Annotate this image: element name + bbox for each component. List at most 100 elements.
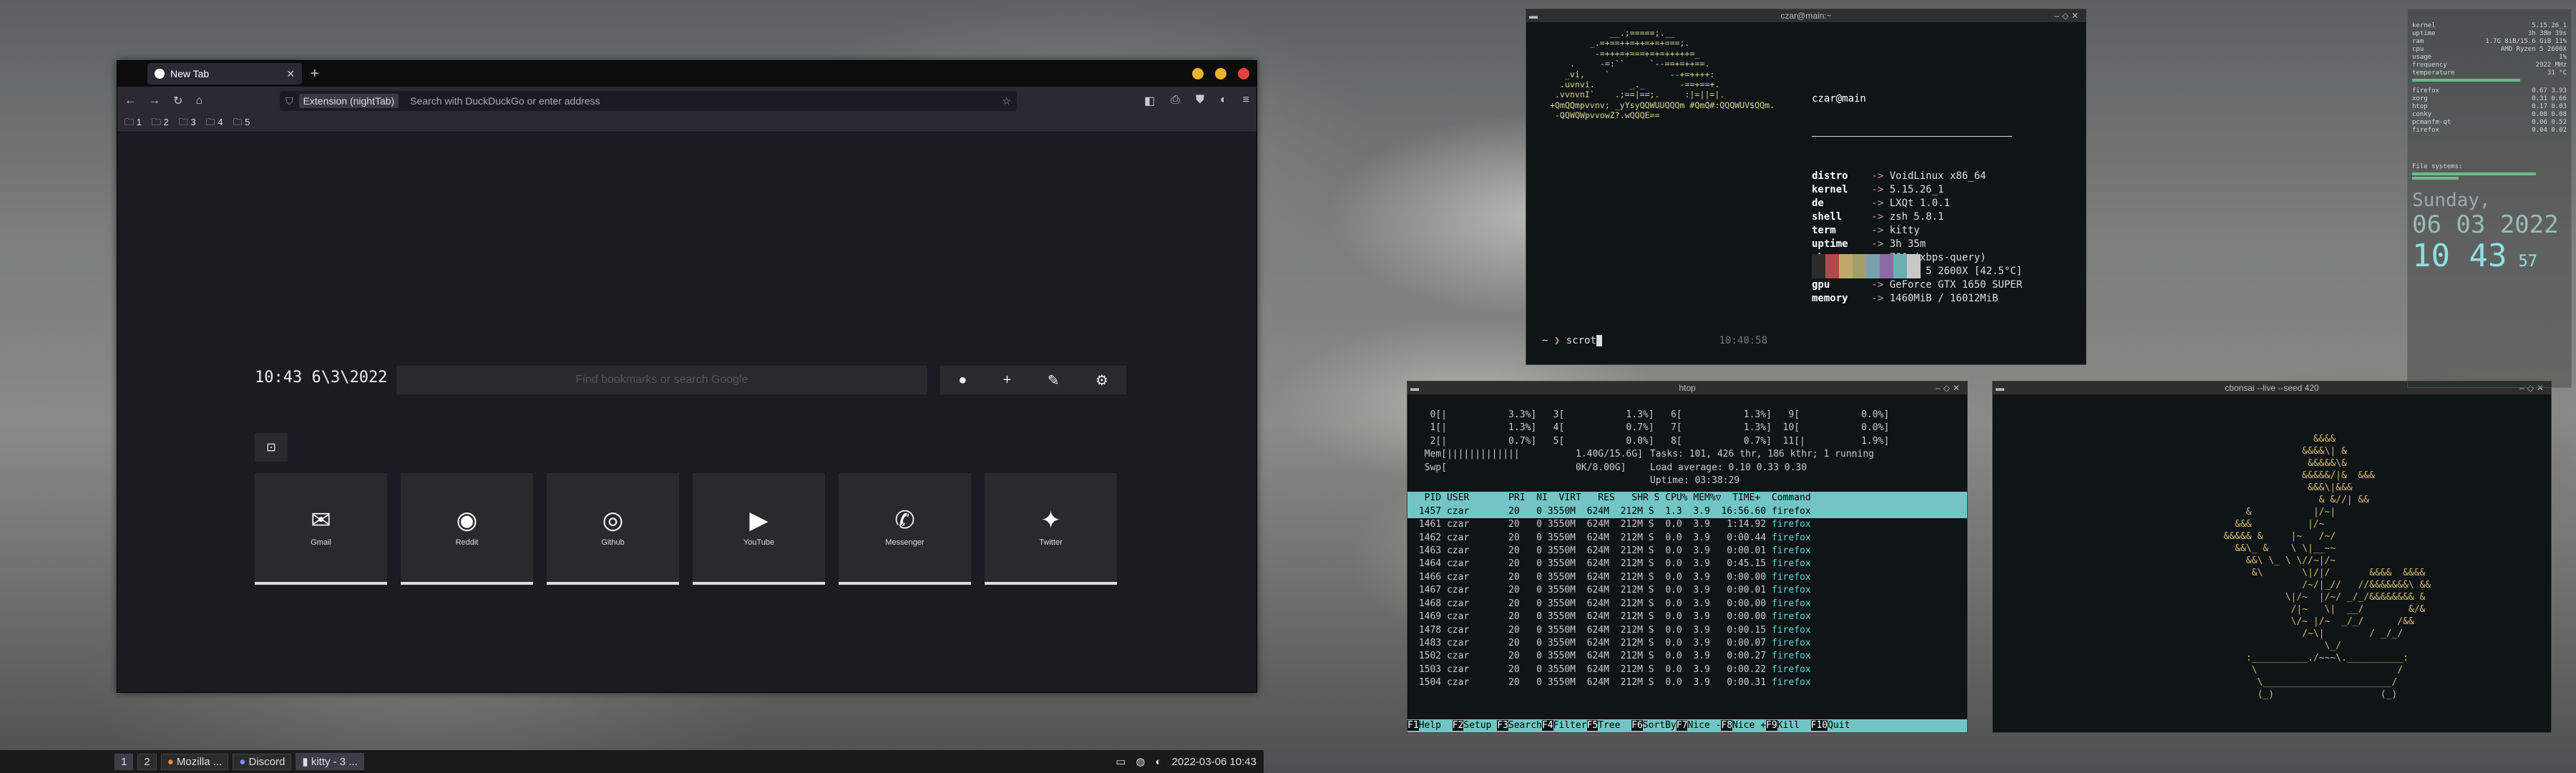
- tile-gmail[interactable]: ✉ Gmail: [255, 473, 387, 585]
- url-bar[interactable]: ⛉ Extension (nightTab) Search with DuckD…: [280, 91, 1018, 111]
- window-controls: [1192, 68, 1249, 79]
- menu-icon[interactable]: ≡: [1243, 94, 1249, 108]
- conky-row: ram 1.7G 8iB/15.6 GiB 11%: [2412, 38, 2567, 45]
- collapse-button[interactable]: ⊡: [255, 433, 288, 462]
- process-row[interactable]: 1483 czar 20 0 3550M 624M 212M S 0.0 3.9…: [1407, 637, 1967, 650]
- process-row[interactable]: 1467 czar 20 0 3550M 624M 212M S 0.0 3.9…: [1407, 584, 1967, 597]
- close-button[interactable]: [1238, 68, 1249, 79]
- keyboard-icon[interactable]: ▭: [1116, 755, 1126, 768]
- fkey-f2[interactable]: F2Setup: [1452, 720, 1498, 731]
- fkey-f8[interactable]: F8Nice +: [1721, 720, 1766, 731]
- neofetch-terminal[interactable]: ▬ czar@main:~ –◇✕ __.;=====;.__ _.=+==++=+…: [1526, 9, 2087, 365]
- fkey-f7[interactable]: F7Nice -: [1676, 720, 1721, 731]
- fkey-f6[interactable]: F6SortBy: [1631, 720, 1677, 731]
- system-info: czar@main distro -> VoidLinux x86_64 kern…: [1812, 65, 2022, 333]
- task-kitty[interactable]: ▮ kitty - 3 ...: [296, 753, 364, 770]
- minimize-button[interactable]: [1192, 68, 1204, 79]
- tile-messenger[interactable]: ✆ Messenger: [839, 473, 971, 585]
- fkey-f5[interactable]: F5Tree: [1586, 720, 1632, 731]
- taskbar-clock[interactable]: 2022-03-06 10:43: [1172, 756, 1257, 768]
- fkey-f4[interactable]: F4Filter: [1541, 720, 1587, 731]
- discord-icon: ●: [239, 755, 246, 768]
- palette-swatch: [1839, 254, 1853, 278]
- process-row[interactable]: 1502 czar 20 0 3550M 624M 212M S 0.0 3.9…: [1407, 650, 1967, 663]
- process-row[interactable]: 1457 czar 20 0 3550M 624M 212M S 1.3 3.9…: [1407, 505, 1967, 519]
- fkey-f9[interactable]: F9Kill: [1766, 720, 1811, 731]
- task-firefox[interactable]: ● Mozilla ...: [160, 753, 229, 770]
- process-row[interactable]: 1463 czar 20 0 3550M 624M 212M S 0.0 3.9…: [1407, 545, 1967, 558]
- task-discord[interactable]: ● Discord: [233, 753, 292, 770]
- discord-tray-icon[interactable]: ◍: [1136, 755, 1145, 768]
- volume-icon[interactable]: ◐: [1156, 756, 1162, 768]
- palette-swatch: [1866, 254, 1880, 278]
- bookmark-folder-4[interactable]: 🗀 4: [206, 116, 223, 132]
- palette-swatch: [1812, 254, 1825, 278]
- info-row: de -> LXQt 1.0.1: [1812, 198, 1951, 209]
- process-row[interactable]: 1466 czar 20 0 3550M 624M 212M S 0.0 3.9…: [1407, 571, 1967, 584]
- gmail-icon: ✉: [311, 507, 331, 534]
- conky-process: htop 0.17 0.03: [2412, 103, 2567, 110]
- firefox-icon: [155, 69, 165, 79]
- maximize-button[interactable]: [1215, 68, 1226, 79]
- back-icon[interactable]: ←: [125, 94, 136, 107]
- search-input[interactable]: Find bookmarks or search Google: [396, 366, 927, 394]
- window-buttons[interactable]: –◇✕: [1936, 381, 1963, 394]
- kitty-icon: ▮: [302, 756, 308, 768]
- process-row[interactable]: 1469 czar 20 0 3550M 624M 212M S 0.0 3.9…: [1407, 611, 1967, 623]
- window-buttons[interactable]: –◇✕: [2054, 9, 2082, 22]
- edit-icon[interactable]: ✎: [1048, 371, 1060, 389]
- memory-meter: Mem[||||||||||||| 1.40G/15.6G]: [1413, 449, 1643, 460]
- process-row[interactable]: 1504 czar 20 0 3550M 624M 212M S 0.0 3.9…: [1407, 676, 1967, 689]
- library-icon[interactable]: ◧: [1144, 94, 1155, 108]
- tile-youtube[interactable]: ▶ YouTube: [693, 473, 825, 585]
- bookmark-folder-3[interactable]: 🗀 3: [179, 116, 196, 132]
- load-average: Load average: 0.10 0.33 0.30: [1649, 462, 1807, 473]
- conky-row: cpu AMD Ryzen 5 2600X: [2412, 46, 2567, 53]
- fkey-f3[interactable]: F3Search: [1497, 720, 1542, 731]
- home-icon[interactable]: ⌂: [195, 94, 203, 107]
- tab-title: New Tab: [170, 68, 210, 79]
- messenger-icon: ✆: [894, 507, 915, 534]
- print-icon[interactable]: ⎙: [1171, 94, 1180, 108]
- workspace-2[interactable]: 2: [137, 753, 157, 770]
- process-row[interactable]: 1462 czar 20 0 3550M 624M 212M S 0.0 3.9…: [1407, 532, 1967, 545]
- conky-row: usage 1%: [2412, 54, 2567, 61]
- new-tab-button[interactable]: +: [311, 66, 319, 82]
- close-tab-icon[interactable]: ✕: [286, 68, 295, 80]
- bookmark-folder-5[interactable]: 🗀 5: [233, 116, 250, 132]
- cbonsai-terminal[interactable]: ▬ cbonsai --live --seed 420 –◇✕ &&&& &&&&\…: [1992, 381, 2552, 733]
- bookmark-folder-1[interactable]: 🗀 1: [125, 116, 142, 132]
- extension-label: Extension (nightTab): [298, 94, 399, 108]
- tile-github[interactable]: ◎ Github: [547, 473, 679, 585]
- palette-swatch: [1880, 254, 1893, 278]
- star-icon[interactable]: ☆: [1002, 95, 1012, 107]
- tile-reddit[interactable]: ◉ Reddit: [401, 473, 533, 585]
- theme-toggle-icon[interactable]: ●: [958, 372, 967, 389]
- palette-swatch: [1853, 254, 1866, 278]
- shield-ext-icon[interactable]: ⛊: [1196, 94, 1204, 108]
- conky-process: firefox 0.04 0.02: [2412, 127, 2567, 134]
- workspace-1[interactable]: 1: [114, 753, 134, 770]
- htop-terminal[interactable]: ▬ htop –◇✕ 0[| 3.3%] 3[ 1.3%] 6[ 1.3%] 9[ …: [1407, 381, 1968, 733]
- process-row[interactable]: 1468 czar 20 0 3550M 624M 212M S 0.0 3.9…: [1407, 598, 1967, 611]
- reload-icon[interactable]: ↻: [173, 94, 182, 108]
- settings-icon[interactable]: ⚙: [1096, 371, 1108, 389]
- tasks-info: Tasks: 101, 426 thr, 186 kthr; 1 running: [1649, 449, 1874, 460]
- process-row[interactable]: 1464 czar 20 0 3550M 624M 212M S 0.0 3.9…: [1407, 558, 1967, 570]
- bookmark-folder-2[interactable]: 🗀 2: [152, 116, 169, 132]
- fkey-f1[interactable]: F1Help: [1407, 720, 1453, 731]
- forward-icon[interactable]: →: [149, 94, 160, 107]
- process-row[interactable]: 1478 czar 20 0 3550M 624M 212M S 0.0 3.9…: [1407, 624, 1967, 637]
- tab-new-tab[interactable]: New Tab ✕: [147, 63, 302, 84]
- conky-process: firefox 0.67 3.93: [2412, 87, 2567, 94]
- tile-label: Twitter: [1039, 538, 1063, 547]
- fkey-f10[interactable]: F10Quit: [1810, 720, 1861, 731]
- process-row[interactable]: 1461 czar 20 0 3550M 624M 212M S 0.0 3.9…: [1407, 518, 1967, 531]
- seconds: 57: [2518, 253, 2537, 271]
- process-row[interactable]: 1503 czar 20 0 3550M 624M 212M S 0.0 3.9…: [1407, 663, 1967, 676]
- theme-icon[interactable]: ◐: [1220, 94, 1227, 108]
- add-icon[interactable]: +: [1003, 372, 1012, 389]
- divider: [1812, 136, 2012, 137]
- tile-twitter[interactable]: ✦ Twitter: [985, 473, 1117, 585]
- firefox-window: New Tab ✕ + ← → ↻ ⌂ ⛉ Extension (nightTa…: [117, 60, 1257, 693]
